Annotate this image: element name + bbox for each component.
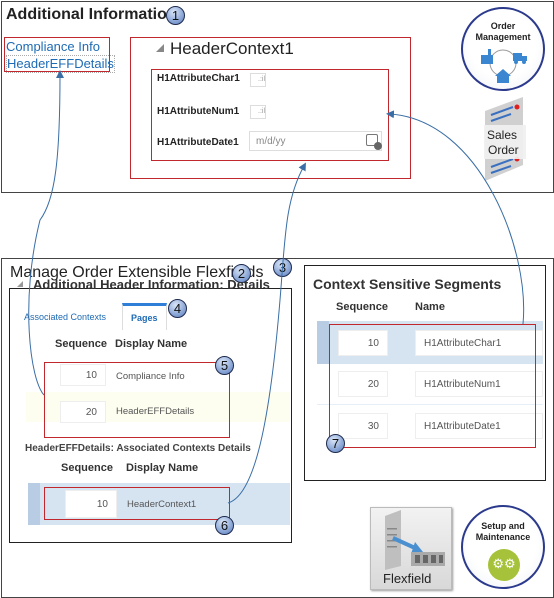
sales-order-icon: Sales Order [481,95,527,183]
callout-badge-1: 1 [166,6,185,25]
num1-input[interactable]: .:il [250,105,266,119]
field-label-num1: H1AttributeNum1 [157,106,240,117]
flexfield-graphic [385,510,445,570]
assoc-row-box [44,487,230,520]
segments-rows-box [329,324,536,448]
flexfield-icon: Flexfield [370,507,452,590]
char1-input[interactable]: .:il [250,73,266,87]
context-title: HeaderContext1 [170,39,294,58]
details-title: Additional Header Information: Details [33,277,270,292]
segments-title: Context Sensitive Segments [313,276,502,292]
assoc-title: HeaderEFFDetails: Associated Contexts De… [25,443,251,454]
triangle-down-icon[interactable] [17,281,23,287]
link-compliance-info[interactable]: Compliance Info [6,39,100,55]
col-sequence: Sequence [55,338,107,350]
field-label-date1: H1AttributeDate1 [157,137,239,148]
assoc-col-display-name: Display Name [126,462,199,474]
tab-pages[interactable]: Pages [122,303,167,330]
calendar-icon[interactable] [366,134,382,150]
tab-associated-contexts[interactable]: Associated Contexts [24,312,106,322]
col-display-name: Display Name [115,338,188,350]
setup-maintenance-icon: Setup and Maintenance ⚙⚙ [461,505,545,589]
callout-badge-6: 6 [215,516,234,535]
callout-badge-5: 5 [215,356,234,375]
callout-badge-3: 3 [273,258,292,277]
section1-title: Additional Information [6,6,177,23]
field-label-char1: H1AttributeChar1 [157,73,240,84]
pages-rows-box [44,362,230,438]
order-management-icon: Order Management [461,7,545,91]
assoc-col-sequence: Sequence [61,462,113,474]
gears-icon: ⚙⚙ [488,549,520,581]
factory-truck-home-icon [481,49,527,83]
seg-col-name: Name [415,301,445,313]
link-header-eff-details[interactable]: HeaderEFFDetails [6,55,115,73]
callout-badge-7: 7 [326,434,345,453]
callout-badge-4: 4 [168,299,187,318]
seg-col-sequence: Sequence [336,301,388,313]
triangle-down-icon[interactable] [156,44,164,52]
date1-input[interactable]: m/d/yy [249,131,382,151]
